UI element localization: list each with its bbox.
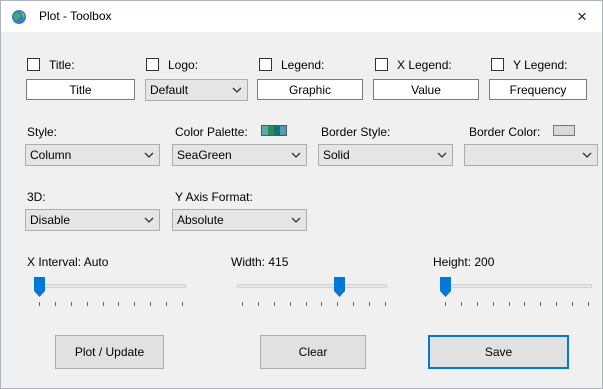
slider-tick <box>166 302 167 306</box>
slider-tick <box>150 302 151 306</box>
style-label: Style: <box>27 125 58 139</box>
slider-tick <box>369 302 370 306</box>
x-legend-checkbox[interactable] <box>375 58 388 71</box>
chevron-down-icon <box>232 87 242 93</box>
slider-tick <box>87 302 88 306</box>
close-icon: × <box>577 6 587 26</box>
slider-tick <box>103 302 104 306</box>
chevron-down-icon <box>291 152 301 158</box>
clear-button[interactable]: Clear <box>260 335 366 369</box>
slider-tick <box>572 302 573 306</box>
logo-checkbox[interactable] <box>146 58 159 71</box>
chevron-down-icon <box>144 217 154 223</box>
slider-tick <box>306 302 307 306</box>
slider-tick <box>258 302 259 306</box>
slider-tick <box>477 302 478 306</box>
slider-tick <box>274 302 275 306</box>
slider-tick <box>290 302 291 306</box>
y-legend-label: Y Legend: <box>513 58 568 72</box>
width-slider[interactable] <box>237 277 389 311</box>
toolbox-window: Plot - Toolbox × Title: Title Logo: Defa… <box>0 0 603 389</box>
border-color-select[interactable] <box>464 144 598 166</box>
color-palette-select[interactable]: SeaGreen <box>172 144 307 166</box>
width-track <box>237 284 387 288</box>
slider-tick <box>588 302 589 306</box>
x-legend-label: X Legend: <box>397 58 452 72</box>
save-button[interactable]: Save <box>428 335 569 369</box>
width-label: Width: 415 <box>231 255 289 269</box>
slider-tick <box>524 302 525 306</box>
width-ticks <box>242 302 386 306</box>
plot-update-button[interactable]: Plot / Update <box>55 335 164 369</box>
slider-tick <box>556 302 557 306</box>
close-button[interactable]: × <box>562 1 602 32</box>
window-title: Plot - Toolbox <box>39 9 112 23</box>
y-legend-input[interactable]: Frequency <box>489 79 587 100</box>
title-label: Title: <box>49 58 75 72</box>
slider-tick <box>385 302 386 306</box>
title-input[interactable]: Title <box>26 79 135 100</box>
chevron-down-icon <box>582 152 592 158</box>
3d-select[interactable]: Disable <box>25 209 160 231</box>
y-axis-format-label: Y Axis Format: <box>175 190 253 204</box>
color-palette-label: Color Palette: <box>175 125 248 139</box>
slider-tick <box>445 302 446 306</box>
slider-tick <box>321 302 322 306</box>
slider-tick <box>71 302 72 306</box>
x-interval-thumb[interactable] <box>34 277 45 297</box>
x-interval-track <box>38 284 186 288</box>
x-interval-label: X Interval: Auto <box>27 255 109 269</box>
y-legend-checkbox[interactable] <box>491 58 504 71</box>
y-axis-format-select[interactable]: Absolute <box>172 209 307 231</box>
logo-select[interactable]: Default <box>145 79 248 101</box>
3d-select-value: Disable <box>30 213 71 227</box>
style-select-value: Column <box>30 148 72 162</box>
slider-tick <box>134 302 135 306</box>
height-slider[interactable] <box>440 277 592 311</box>
slider-tick <box>353 302 354 306</box>
title-bar: Plot - Toolbox × <box>1 1 602 32</box>
logo-label: Logo: <box>168 58 199 72</box>
slider-tick <box>337 302 338 306</box>
slider-tick <box>39 302 40 306</box>
slider-tick <box>461 302 462 306</box>
border-color-swatch-icon <box>553 125 575 136</box>
slider-tick <box>118 302 119 306</box>
3d-label: 3D: <box>27 190 46 204</box>
border-color-label: Border Color: <box>469 125 541 139</box>
color-palette-value: SeaGreen <box>177 148 232 162</box>
slider-tick <box>540 302 541 306</box>
slider-tick <box>55 302 56 306</box>
logo-select-value: Default <box>150 83 189 97</box>
height-thumb[interactable] <box>440 277 451 297</box>
width-thumb[interactable] <box>334 277 345 297</box>
border-style-value: Solid <box>323 148 350 162</box>
height-track <box>444 284 592 288</box>
style-select[interactable]: Column <box>25 144 160 166</box>
border-style-select[interactable]: Solid <box>318 144 453 166</box>
legend-input[interactable]: Graphic <box>257 79 363 100</box>
chevron-down-icon <box>144 152 154 158</box>
title-checkbox[interactable] <box>27 58 40 71</box>
app-icon <box>12 10 26 24</box>
palette-swatch-icon <box>261 125 287 136</box>
y-axis-format-value: Absolute <box>177 213 224 227</box>
border-style-label: Border Style: <box>321 125 391 139</box>
slider-tick <box>509 302 510 306</box>
legend-label: Legend: <box>281 58 325 72</box>
slider-tick <box>242 302 243 306</box>
chevron-down-icon <box>291 217 301 223</box>
x-legend-input[interactable]: Value <box>373 79 479 100</box>
x-interval-ticks <box>39 302 183 306</box>
slider-tick <box>493 302 494 306</box>
height-ticks <box>445 302 589 306</box>
height-label: Height: 200 <box>433 255 495 269</box>
chevron-down-icon <box>437 152 447 158</box>
x-interval-slider[interactable] <box>34 277 186 311</box>
legend-checkbox[interactable] <box>259 58 272 71</box>
slider-tick <box>182 302 183 306</box>
palette-swatch-4 <box>280 126 286 135</box>
